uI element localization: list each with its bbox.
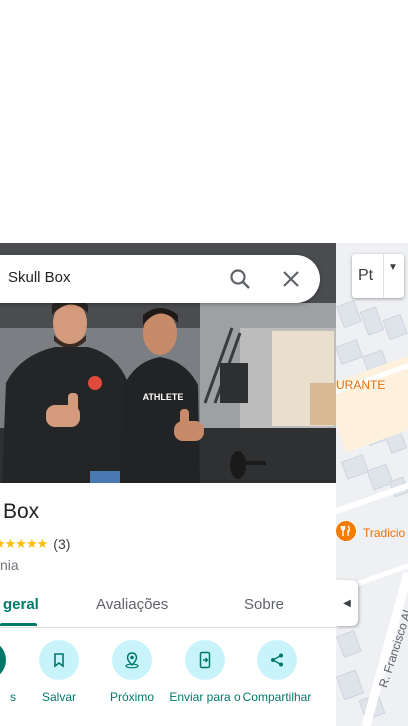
share-icon — [257, 640, 297, 680]
caret-down-icon[interactable]: ▼ — [388, 262, 398, 273]
place-panel: ATHLETE Skull Box Box ★★★★★ (3) nia gera… — [0, 243, 336, 726]
search-input[interactable]: Skull Box — [8, 269, 71, 286]
tab-reviews[interactable]: Avaliações — [96, 596, 168, 613]
rating-row[interactable]: ★★★★★ (3) — [0, 536, 70, 552]
save-button[interactable]: Salvar — [21, 640, 97, 704]
directions-icon — [0, 640, 6, 680]
share-label: Compartilhar — [242, 690, 312, 704]
nearby-button[interactable]: Próximo — [94, 640, 170, 704]
nearby-icon — [112, 640, 152, 680]
action-buttons: s Salvar Próximo Enviar para o Compartil… — [0, 640, 336, 726]
map-label-restaurant: URANTE — [336, 378, 386, 392]
divider — [383, 254, 384, 298]
send-to-phone-icon — [185, 640, 225, 680]
review-count[interactable]: (3) — [53, 536, 70, 552]
layers-button[interactable]: Pt ▼ — [352, 254, 404, 298]
send-to-phone-label: Enviar para o — [169, 690, 241, 704]
layers-label: Pt — [358, 267, 374, 284]
bookmark-icon — [39, 640, 79, 680]
send-to-phone-button[interactable]: Enviar para o — [167, 640, 243, 704]
search-box[interactable]: Skull Box — [0, 255, 320, 303]
place-title: Box — [3, 500, 40, 523]
tab-about[interactable]: Sobre — [244, 596, 284, 613]
active-tab-indicator — [0, 623, 37, 626]
star-rating: ★★★★★ — [0, 536, 48, 551]
shirt-text: ATHLETE — [143, 392, 184, 402]
chevron-left-icon: ◀ — [343, 597, 351, 609]
search-icon[interactable] — [228, 267, 252, 291]
blank-area — [0, 0, 408, 243]
collapse-panel-button[interactable]: ◀ — [336, 580, 358, 626]
restaurant-icon[interactable] — [335, 520, 357, 542]
close-icon[interactable] — [279, 267, 303, 291]
save-label: Salvar — [41, 690, 76, 704]
tab-overview[interactable]: geral — [3, 596, 39, 613]
nearby-label: Próximo — [109, 690, 154, 704]
place-category[interactable]: nia — [0, 557, 19, 573]
tab-bar: geral Avaliações Sobre — [0, 583, 336, 628]
share-button[interactable]: Compartilhar — [239, 640, 315, 704]
map-label-tradicional: Tradicio — [363, 526, 406, 540]
